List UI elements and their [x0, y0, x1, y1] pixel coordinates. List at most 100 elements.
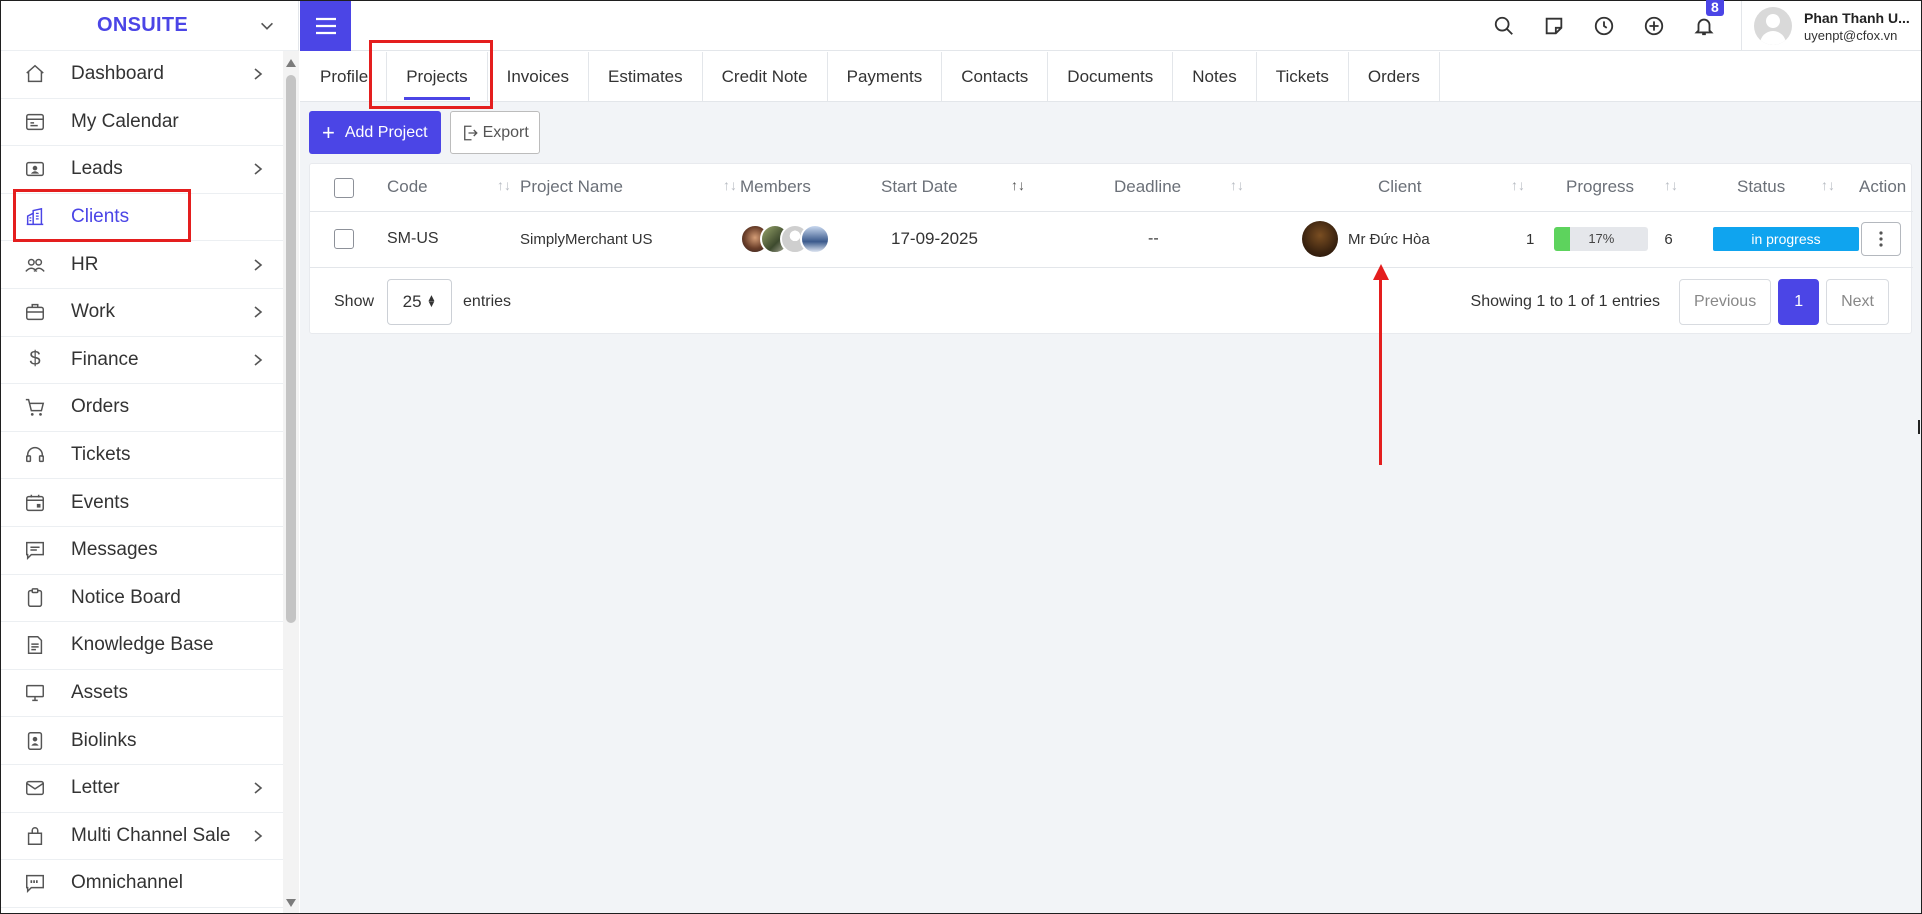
- dollar-icon: $: [29, 348, 41, 371]
- next-page-button[interactable]: Next: [1826, 279, 1889, 325]
- home-icon: [23, 62, 47, 86]
- sidebar-nav: Dashboard My Calendar Leads Clients HR W…: [1, 51, 283, 908]
- tab-tickets[interactable]: Tickets: [1257, 52, 1349, 101]
- table-info: Showing 1 to 1 of 1 entries: [1470, 293, 1660, 310]
- calendar-event-icon: [23, 491, 47, 515]
- briefcase-icon: [23, 300, 47, 324]
- previous-page-button[interactable]: Previous: [1678, 279, 1772, 325]
- export-button[interactable]: Export: [449, 111, 540, 154]
- sidebar-item-label: Omnichannel: [71, 872, 183, 894]
- column-label: Start Date: [881, 177, 958, 197]
- tab-orders[interactable]: Orders: [1349, 52, 1440, 101]
- plus-circle-icon[interactable]: [1642, 14, 1666, 38]
- calendar-icon: [23, 110, 47, 134]
- action-cell: [1859, 211, 1913, 268]
- column-header-code[interactable]: Code ↑↓: [387, 164, 520, 212]
- sidebar-item-notice-board[interactable]: Notice Board: [1, 575, 283, 623]
- envelope-icon: [23, 776, 47, 800]
- sidebar-item-messages[interactable]: Messages: [1, 527, 283, 575]
- sidebar-item-events[interactable]: Events: [1, 479, 283, 527]
- status-cell: in progress: [1689, 211, 1859, 268]
- entries-select[interactable]: 25 ▲ ▼: [387, 279, 453, 325]
- sidebar-item-work[interactable]: Work: [1, 289, 283, 337]
- notification-bell-icon[interactable]: 8: [1692, 0, 1724, 38]
- sidebar-item-biolinks[interactable]: Biolinks: [1, 717, 283, 765]
- tab-notes[interactable]: Notes: [1173, 52, 1257, 101]
- chevron-right-icon: [254, 354, 263, 366]
- sidebar-item-assets[interactable]: Assets: [1, 670, 283, 718]
- tab-payments[interactable]: Payments: [828, 52, 943, 101]
- column-label: Progress: [1566, 177, 1635, 197]
- row-action-button[interactable]: [1861, 222, 1901, 256]
- user-menu[interactable]: Phan Thanh U... uyenpt@cfox.vn: [1741, 1, 1921, 51]
- sidebar-item-letter[interactable]: Letter: [1, 765, 283, 813]
- sidebar-item-label: Knowledge Base: [71, 634, 214, 656]
- row-checkbox[interactable]: [334, 229, 354, 249]
- scroll-thumb[interactable]: [286, 75, 296, 623]
- user-email: uyenpt@cfox.vn: [1804, 27, 1898, 43]
- select-all-checkbox[interactable]: [334, 177, 354, 198]
- project-code: SM-US: [387, 211, 520, 268]
- sort-icon: ↑↓: [1511, 177, 1525, 194]
- tab-documents[interactable]: Documents: [1048, 52, 1174, 101]
- client-tabs: Profile Projects Invoices Estimates Cred…: [300, 52, 1921, 102]
- sidebar-item-dashboard[interactable]: Dashboard: [1, 51, 283, 99]
- sidebar-item-orders[interactable]: Orders: [1, 384, 283, 432]
- column-header-progress[interactable]: Progress ↑↓: [1546, 164, 1689, 212]
- tab-contacts[interactable]: Contacts: [942, 52, 1049, 101]
- hamburger-menu-button[interactable]: [300, 1, 351, 51]
- scroll-up-icon[interactable]: [286, 59, 296, 67]
- progress-bar: 17%: [1554, 227, 1649, 251]
- sidebar-item-label: My Calendar: [71, 110, 179, 132]
- chevron-right-icon: [254, 68, 263, 80]
- clock-icon[interactable]: [1592, 14, 1616, 38]
- sidebar-item-hr[interactable]: HR: [1, 241, 283, 289]
- scroll-down-icon[interactable]: [286, 899, 296, 907]
- avatar[interactable]: [800, 224, 830, 254]
- sidebar-item-label: Biolinks: [71, 729, 137, 751]
- chevron-down-icon[interactable]: [258, 17, 276, 35]
- client-info[interactable]: Mr Đức Hòa: [1302, 221, 1546, 257]
- sidebar-item-knowledge-base[interactable]: Knowledge Base: [1, 622, 283, 670]
- sidebar-item-multi-channel-sale[interactable]: Multi Channel Sale: [1, 813, 283, 861]
- column-label: Action: [1859, 177, 1907, 197]
- chevron-right-icon: [254, 306, 263, 318]
- column-header-project-name[interactable]: Project Name ↑↓: [520, 164, 740, 212]
- add-project-button[interactable]: + Add Project: [309, 111, 441, 154]
- column-label: Project Name: [520, 177, 623, 197]
- project-name-link[interactable]: SimplyMerchant US: [520, 211, 740, 268]
- select-caret-icon: ▲ ▼: [426, 293, 437, 310]
- sidebar-item-my-calendar[interactable]: My Calendar: [1, 99, 283, 147]
- sidebar-item-leads[interactable]: Leads: [1, 146, 283, 194]
- main-content: + Add Project Export Code ↑↓ Project Name…: [300, 102, 1921, 913]
- search-icon[interactable]: [1492, 14, 1516, 38]
- page-1-button[interactable]: 1: [1778, 279, 1820, 325]
- client-name: Mr Đức Hòa: [1348, 230, 1430, 248]
- page-length-control: Show 25 ▲ ▼ entries: [334, 279, 511, 325]
- column-header-client[interactable]: Client ↑↓: [1284, 164, 1546, 212]
- user-name: Phan Thanh U...: [1804, 9, 1910, 26]
- sidebar-item-tickets[interactable]: Tickets: [1, 432, 283, 480]
- person-badge-icon: [23, 729, 47, 753]
- chevron-right-icon: [254, 259, 263, 271]
- sidebar-item-finance[interactable]: $ Finance: [1, 337, 283, 385]
- tab-invoices[interactable]: Invoices: [488, 52, 589, 101]
- members-avatars: [740, 224, 881, 254]
- sidebar-scrollbar[interactable]: [283, 51, 299, 913]
- column-header-deadline[interactable]: Deadline ↑↓: [1074, 164, 1284, 212]
- select-all-cell: [310, 164, 387, 212]
- column-label: Deadline: [1114, 177, 1182, 197]
- sidebar-item-label: Tickets: [71, 444, 131, 466]
- tab-credit-note[interactable]: Credit Note: [703, 52, 828, 101]
- sidebar-item-label: Messages: [71, 539, 158, 561]
- column-header-start-date[interactable]: Start Date ↑↓: [881, 164, 1074, 212]
- sidebar-item-omnichannel[interactable]: Omnichannel: [1, 860, 283, 908]
- sidebar-item-label: Assets: [71, 682, 129, 704]
- pagination: Previous 1 Next: [1678, 279, 1889, 325]
- sticky-note-icon[interactable]: [1542, 14, 1566, 38]
- sidebar-item-label: Notice Board: [71, 586, 181, 608]
- tab-estimates[interactable]: Estimates: [589, 52, 703, 101]
- table-row[interactable]: SM-US SimplyMerchant US 17-09-2025 -- Mr…: [310, 211, 1913, 268]
- column-header-status[interactable]: Status ↑↓: [1689, 164, 1859, 212]
- brand-header[interactable]: ONSUITE: [1, 1, 298, 51]
